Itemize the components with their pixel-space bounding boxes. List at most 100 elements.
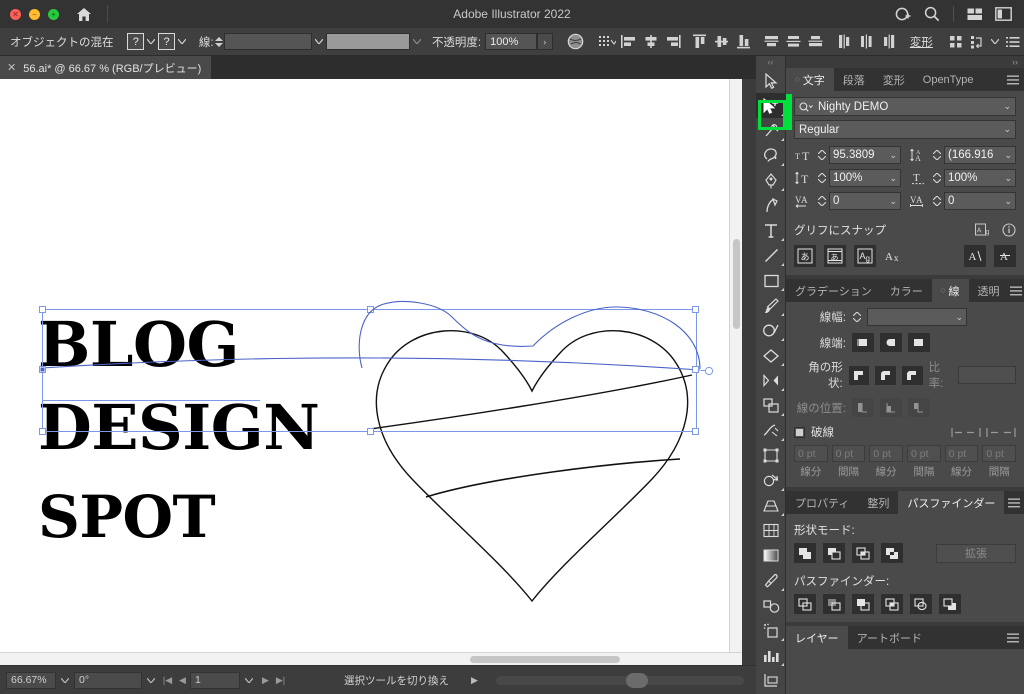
fill-dropdown-caret[interactable] xyxy=(144,33,158,50)
miter-join-icon[interactable] xyxy=(848,365,870,385)
artboard[interactable]: BLOG DESIGN SPOT xyxy=(0,79,742,665)
tab-transform[interactable]: 変形 xyxy=(873,68,914,91)
tab-stroke[interactable]: ◌ 線 xyxy=(931,279,969,302)
font-style-field[interactable]: Regular ⌄ xyxy=(794,120,1016,139)
eraser-tool[interactable] xyxy=(756,343,786,368)
magic-wand-tool[interactable] xyxy=(756,118,786,143)
heart-artwork[interactable] xyxy=(352,301,712,611)
align-horizontal-center-icon[interactable] xyxy=(640,31,662,52)
tool-flyout-corner[interactable] xyxy=(781,313,784,316)
selection-tool[interactable] xyxy=(756,68,786,93)
toolbox-collapse-icon[interactable]: ‹‹ xyxy=(756,56,785,68)
free-transform-tool[interactable] xyxy=(756,443,786,468)
tool-flyout-corner[interactable] xyxy=(781,413,784,416)
cloud-user-icon[interactable] xyxy=(891,3,917,25)
tab-character[interactable]: ◌ 文字 xyxy=(786,68,834,91)
rotation-field[interactable]: 0° xyxy=(74,671,142,689)
opacity-flyout-button[interactable]: › xyxy=(536,33,553,50)
canvas-area[interactable]: BLOG DESIGN SPOT xyxy=(0,79,742,665)
kerning-field[interactable]: 0 ⌄ xyxy=(829,192,901,210)
artwork-text-block[interactable]: BLOG DESIGN SPOT xyxy=(38,314,388,546)
expand-button[interactable]: 拡張 xyxy=(936,543,1016,563)
dock-collapse-icon[interactable]: ›› xyxy=(786,56,1024,68)
tool-flyout-corner[interactable] xyxy=(781,288,784,291)
chevron-down-icon[interactable]: ⌄ xyxy=(1002,173,1012,184)
last-artboard-button[interactable]: ▶| xyxy=(273,675,288,686)
underline-icon[interactable]: A xyxy=(964,245,986,267)
tool-flyout-corner[interactable] xyxy=(781,488,784,491)
tool-flyout-corner[interactable] xyxy=(781,513,784,516)
close-icon[interactable]: ✕ xyxy=(7,61,16,74)
first-artboard-button[interactable]: |◀ xyxy=(160,675,175,686)
tool-flyout-corner[interactable] xyxy=(781,163,784,166)
butt-cap-icon[interactable] xyxy=(852,333,874,352)
round-join-icon[interactable] xyxy=(875,365,896,385)
vertical-scale-stepper[interactable] xyxy=(817,173,826,183)
chevron-down-icon[interactable]: ⌄ xyxy=(887,150,897,161)
info-icon[interactable] xyxy=(1002,223,1016,237)
stroke-weight-stepper[interactable] xyxy=(214,33,225,50)
tool-flyout-corner[interactable] xyxy=(781,663,784,666)
chevron-down-icon[interactable]: ⌄ xyxy=(1002,150,1012,161)
gradient-tool[interactable] xyxy=(756,543,786,568)
align-stroke-inside-icon[interactable] xyxy=(880,398,902,417)
minus-back-icon[interactable] xyxy=(939,594,961,614)
layers-list[interactable] xyxy=(786,649,1024,694)
width-tool[interactable] xyxy=(756,418,786,443)
tool-flyout-corner[interactable] xyxy=(781,388,784,391)
stroke-weight-stepper[interactable] xyxy=(852,312,861,322)
tab-pathfinder[interactable]: パスファインダー xyxy=(898,491,1005,514)
canvas-horizontal-scrollbar[interactable] xyxy=(0,652,742,665)
tool-flyout-corner[interactable] xyxy=(781,638,784,641)
direct-selection-tool[interactable] xyxy=(756,93,786,118)
tab-align[interactable]: 整列 xyxy=(858,491,899,514)
projecting-cap-icon[interactable] xyxy=(908,333,930,352)
canvas-vertical-scrollbar[interactable] xyxy=(729,79,742,652)
tab-properties[interactable]: プロパティ xyxy=(786,491,859,514)
gap-field-1[interactable]: 0 pt xyxy=(831,445,866,462)
align-right-icon[interactable] xyxy=(662,31,684,52)
round-cap-icon[interactable] xyxy=(880,333,902,352)
panel-menu-icon[interactable] xyxy=(1004,491,1024,514)
curvature-tool[interactable] xyxy=(756,193,786,218)
rectangle-tool[interactable] xyxy=(756,268,786,293)
divide-icon[interactable] xyxy=(794,594,816,614)
stroke-dropdown-caret[interactable] xyxy=(175,33,189,50)
tool-flyout-corner[interactable] xyxy=(781,338,784,341)
lasso-tool[interactable] xyxy=(756,143,786,168)
ratio-field[interactable] xyxy=(958,366,1016,384)
minus-front-icon[interactable] xyxy=(823,543,845,563)
scrollbar-thumb[interactable] xyxy=(470,656,620,663)
bevel-join-icon[interactable] xyxy=(902,365,923,385)
pen-tool[interactable] xyxy=(756,168,786,193)
eyedropper-tool[interactable] xyxy=(756,568,786,593)
zoom-button[interactable]: + xyxy=(48,8,59,20)
tab-transparency[interactable]: 透明 xyxy=(968,279,1009,302)
chevron-down-icon[interactable] xyxy=(988,33,1002,50)
align-options-icon[interactable] xyxy=(596,31,618,52)
type-tool[interactable] xyxy=(756,218,786,243)
font-search-icon[interactable] xyxy=(799,101,813,112)
panel-menu-icon[interactable] xyxy=(1002,68,1024,91)
snap-ag-icon[interactable]: Ag xyxy=(975,223,992,237)
tool-flyout-corner[interactable] xyxy=(781,238,784,241)
exclude-icon[interactable] xyxy=(881,543,903,563)
intersect-icon[interactable] xyxy=(852,543,874,563)
font-size-field[interactable]: 95.3809 ⌄ xyxy=(829,146,901,164)
rotation-caret[interactable] xyxy=(142,677,160,683)
artboard-tool[interactable] xyxy=(756,668,786,693)
leading-field[interactable]: (166.916 ⌄ xyxy=(944,146,1016,164)
text-line-spot[interactable]: SPOT xyxy=(38,488,388,546)
leading-stepper[interactable] xyxy=(932,150,941,160)
tool-flyout-corner[interactable] xyxy=(781,588,784,591)
blend-tool[interactable] xyxy=(756,593,786,618)
kerning-stepper[interactable] xyxy=(817,196,826,206)
chevron-down-icon[interactable]: ⌄ xyxy=(1002,196,1012,207)
outline-icon[interactable] xyxy=(910,594,932,614)
horizontal-scale-stepper[interactable] xyxy=(932,173,941,183)
tool-flyout-corner[interactable] xyxy=(781,363,784,366)
tab-color[interactable]: カラー xyxy=(880,279,932,302)
fill-swatch[interactable]: ? xyxy=(127,33,145,50)
tool-flyout-corner[interactable] xyxy=(781,138,784,141)
stroke-weight-field[interactable] xyxy=(224,33,312,50)
